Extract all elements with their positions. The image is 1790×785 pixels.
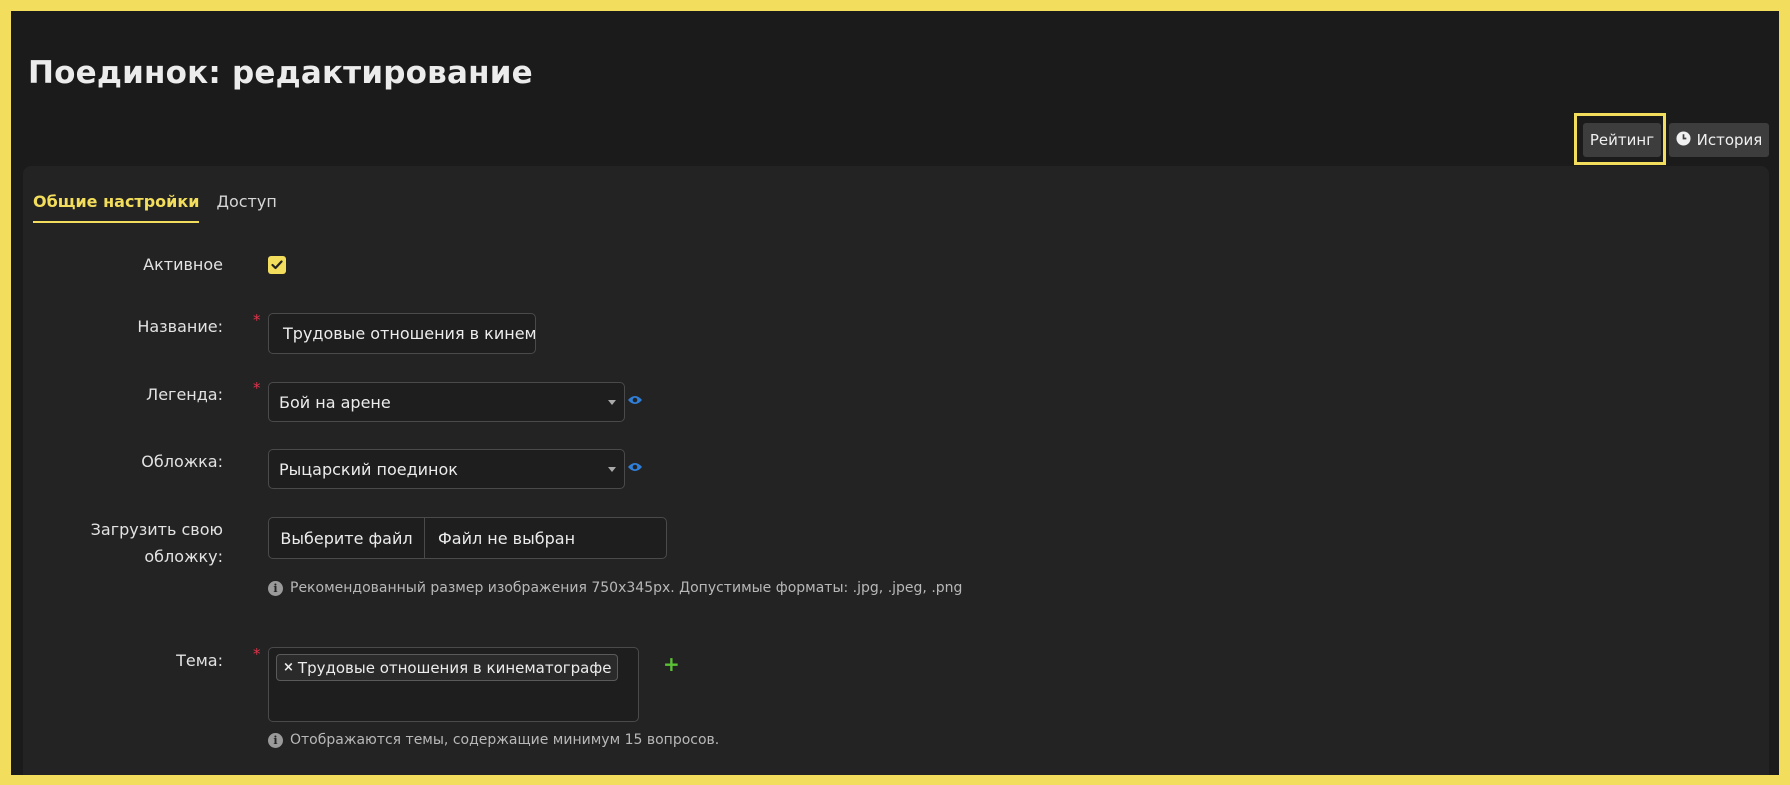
topic-tag-label: Трудовые отношения в кинематографе [297, 658, 612, 677]
page-title: Поединок: редактирование [28, 55, 533, 91]
legend-select-value: Бой на арене [279, 392, 391, 412]
name-label: Название: [137, 317, 223, 336]
cover-file-input[interactable]: Выберите файл Файл не выбран [268, 517, 667, 559]
upload-label: Загрузить свою обложку: [91, 516, 223, 570]
annotation-highlight [1574, 113, 1666, 165]
history-label: История [1696, 131, 1763, 149]
topic-tag: × Трудовые отношения в кинематографе [276, 654, 619, 681]
add-topic-icon[interactable]: + [663, 652, 680, 676]
name-input-value: Трудовые отношения в кинематографе [283, 324, 536, 343]
cover-preview-eye-icon[interactable] [627, 461, 643, 473]
caret-down-icon [608, 400, 616, 405]
history-button[interactable]: История [1669, 123, 1769, 157]
upload-hint-text: Рекомендованный размер изображения 750x3… [290, 580, 963, 596]
legend-required-mark: * [253, 379, 261, 397]
cover-label: Обложка: [141, 452, 223, 471]
clock-icon [1676, 130, 1691, 150]
topic-hint-text: Отображаются темы, содержащие минимум 15… [290, 732, 720, 748]
info-icon: i [268, 732, 283, 748]
legend-label: Легенда: [146, 385, 223, 404]
topic-hint: i Отображаются темы, содержащие минимум … [268, 732, 719, 748]
caret-down-icon [608, 467, 616, 472]
remove-tag-icon[interactable]: × [283, 660, 294, 675]
file-name-status: Файл не выбран [438, 528, 576, 548]
info-icon: i [268, 580, 283, 596]
choose-file-button[interactable]: Выберите файл [269, 518, 425, 558]
form-panel: Общие настройки Доступ Активное Название… [23, 166, 1769, 775]
topic-label: Тема: [176, 651, 223, 670]
cover-select-value: Рыцарский поединок [279, 459, 458, 479]
tab-access[interactable]: Доступ [216, 192, 276, 223]
name-required-mark: * [253, 311, 261, 329]
upload-label-line2: обложку: [144, 547, 223, 566]
legend-select[interactable]: Бой на арене [268, 382, 625, 422]
tab-bar: Общие настройки Доступ [33, 192, 294, 223]
name-input[interactable]: Трудовые отношения в кинематографе [268, 313, 536, 354]
active-checkbox[interactable] [268, 256, 286, 274]
topic-multiselect[interactable]: × Трудовые отношения в кинематографе [268, 647, 639, 722]
cover-select[interactable]: Рыцарский поединок [268, 449, 625, 489]
upload-label-line1: Загрузить свою [90, 520, 223, 539]
legend-preview-eye-icon[interactable] [627, 394, 643, 406]
upload-hint: i Рекомендованный размер изображения 750… [268, 580, 962, 596]
topic-required-mark: * [253, 645, 261, 663]
app-screen: Поединок: редактирование Рейтинг История… [11, 11, 1779, 775]
active-label: Активное [143, 255, 223, 274]
tab-general-settings[interactable]: Общие настройки [33, 192, 200, 223]
check-icon [271, 260, 283, 270]
